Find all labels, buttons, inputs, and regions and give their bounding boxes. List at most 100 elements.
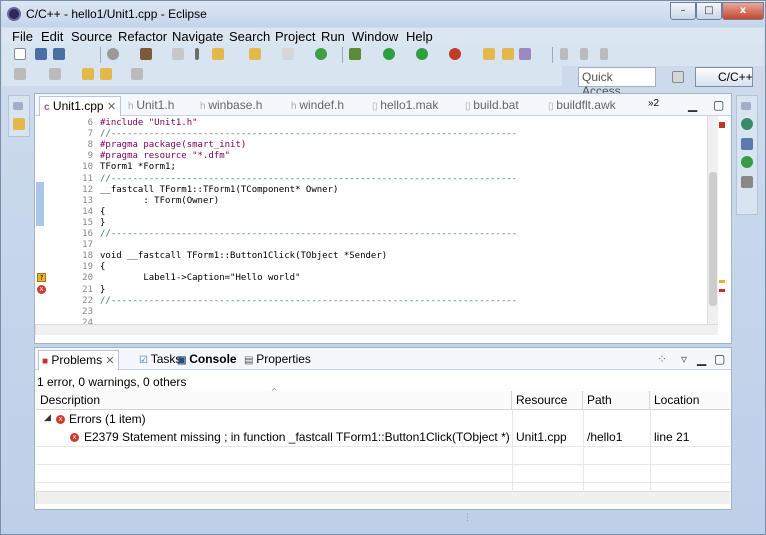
open-perspective-icon[interactable]: [672, 71, 684, 83]
tab-windef-h[interactable]: h windef.h: [291, 98, 344, 112]
code-line[interactable]: __fastcall TForm1::TForm1(TComponent* Ow…: [100, 185, 338, 196]
code-area[interactable]: 6 #include "Unit1.h" 7 //------------------…: [35, 116, 707, 344]
run-icon[interactable]: [383, 48, 395, 60]
code-line[interactable]: {: [100, 207, 105, 218]
settings-icon[interactable]: [107, 48, 119, 60]
tab-unit1-h[interactable]: h Unit1.h: [128, 98, 174, 112]
debug-icon[interactable]: [349, 48, 361, 60]
menu-window[interactable]: Window: [352, 29, 398, 44]
column-resource[interactable]: Resource: [512, 391, 583, 409]
save-all-icon[interactable]: [53, 48, 65, 60]
open-type-icon[interactable]: [483, 48, 495, 60]
outline-icon[interactable]: [741, 118, 753, 130]
refresh-icon[interactable]: [315, 48, 327, 60]
tab-unit1-cpp[interactable]: c Unit1.cpp ✕: [39, 96, 122, 116]
status-bar-handle[interactable]: ⋮: [463, 513, 472, 523]
code-line[interactable]: //--------------------------------------…: [100, 129, 517, 140]
expand-triangle-icon[interactable]: ◢: [44, 412, 51, 423]
prev-annotation-icon[interactable]: [49, 68, 61, 80]
tab-console[interactable]: ▣ Console: [177, 352, 237, 366]
back-icon[interactable]: [100, 68, 112, 80]
minimize-button[interactable]: –: [670, 2, 696, 20]
code-line[interactable]: : TForm(Owner): [100, 196, 219, 207]
project-explorer-icon[interactable]: [13, 118, 25, 130]
run-profile-icon[interactable]: [416, 48, 428, 60]
hierarchy-icon[interactable]: [741, 138, 753, 150]
edit-icon[interactable]: [560, 48, 568, 60]
close-tab-icon[interactable]: ✕: [107, 101, 116, 113]
restore-icon[interactable]: [741, 102, 751, 110]
code-line[interactable]: {: [100, 262, 105, 273]
table-row[interactable]: x E2379 Statement missing ; in function …: [36, 428, 730, 446]
column-location[interactable]: Location: [650, 391, 730, 409]
maximize-view-icon[interactable]: ▢: [714, 352, 725, 366]
search-icon[interactable]: [519, 48, 531, 60]
code-line[interactable]: }: [100, 218, 105, 229]
code-line[interactable]: TForm1 *Form1;: [100, 162, 176, 173]
menu-file[interactable]: File: [12, 29, 33, 44]
make-target-icon[interactable]: [741, 156, 753, 168]
editor-horizontal-scrollbar[interactable]: [35, 324, 718, 335]
tab-build-bat[interactable]: ▯ build.bat: [465, 98, 519, 112]
code-line[interactable]: #pragma package(smart_init): [100, 140, 246, 151]
tab-winbase-h[interactable]: h winbase.h: [200, 98, 262, 112]
overview-warning-marker[interactable]: [719, 280, 725, 283]
tab-overflow-button[interactable]: »2: [648, 98, 659, 109]
perspective-cpp-button[interactable]: C/C++: [695, 67, 753, 87]
chevron-down-icon[interactable]: ▿: [681, 352, 687, 366]
menu-edit[interactable]: Edit: [41, 29, 63, 44]
new-class-icon[interactable]: [282, 48, 294, 60]
overview-error-marker[interactable]: [719, 122, 725, 128]
maximize-button[interactable]: □: [696, 2, 722, 20]
tab-tasks[interactable]: ☑ Tasks: [139, 352, 181, 366]
code-line[interactable]: //--------------------------------------…: [100, 296, 517, 307]
external-tools-icon[interactable]: [449, 48, 461, 60]
open-folder-icon[interactable]: [249, 48, 261, 60]
scroll-thumb[interactable]: [709, 172, 717, 306]
minimize-view-icon[interactable]: ▁: [688, 98, 697, 112]
build-hammer-icon[interactable]: [140, 48, 152, 60]
menu-project[interactable]: Project: [275, 29, 315, 44]
error-marker-icon[interactable]: x: [37, 284, 46, 294]
maximize-view-icon[interactable]: ▢: [713, 98, 724, 112]
open-element-icon[interactable]: [502, 48, 514, 60]
menu-source[interactable]: Source: [71, 29, 112, 44]
problems-horizontal-scrollbar[interactable]: [36, 491, 730, 504]
task-list-icon[interactable]: [741, 176, 753, 188]
last-edit-icon[interactable]: [82, 68, 94, 80]
code-line[interactable]: void __fastcall TForm1::Button1Click(TOb…: [100, 251, 387, 262]
menu-help[interactable]: Help: [406, 29, 433, 44]
new-icon[interactable]: [14, 48, 26, 60]
next-annotation-icon[interactable]: [14, 68, 26, 80]
minimize-view-icon[interactable]: ▁: [697, 352, 706, 366]
save-icon[interactable]: [35, 48, 47, 60]
tab-problems[interactable]: ■ Problems ✕: [38, 350, 119, 370]
errors-group-row[interactable]: ◢ x Errors (1 item): [36, 410, 730, 428]
warning-marker-icon[interactable]: ?: [37, 273, 46, 283]
code-line[interactable]: #include "Unit1.h": [100, 118, 198, 129]
menu-search[interactable]: Search: [229, 29, 270, 44]
annotate-icon[interactable]: [580, 48, 588, 60]
restore-icon[interactable]: [13, 102, 23, 110]
tab-buildflt-awk[interactable]: ▯ buildflt.awk: [548, 98, 616, 112]
code-line[interactable]: Label1->Caption="Hello world": [100, 273, 300, 284]
tab-properties[interactable]: ▤ Properties: [244, 352, 311, 366]
quick-access-input[interactable]: Quick Access: [578, 67, 656, 98]
code-line[interactable]: }: [100, 285, 105, 296]
menu-run[interactable]: Run: [321, 29, 345, 44]
folder-icon[interactable]: [212, 48, 224, 60]
menu-refactor[interactable]: Refactor: [118, 29, 167, 44]
binary-icon[interactable]: [172, 48, 184, 60]
menu-navigate[interactable]: Navigate: [172, 29, 223, 44]
editor-vertical-scrollbar[interactable]: [707, 116, 718, 324]
code-line[interactable]: #pragma resource "*.dfm": [100, 151, 230, 162]
column-path[interactable]: Path: [583, 391, 650, 409]
close-tab-icon[interactable]: ✕: [105, 355, 114, 367]
close-button[interactable]: x: [722, 2, 764, 20]
view-menu-icon[interactable]: ⁘: [657, 352, 667, 366]
pen-icon[interactable]: [195, 48, 199, 60]
code-line[interactable]: //--------------------------------------…: [100, 229, 517, 240]
code-line[interactable]: //--------------------------------------…: [100, 174, 517, 185]
mark-icon[interactable]: [600, 48, 608, 60]
overview-error-marker-2[interactable]: [719, 289, 725, 292]
